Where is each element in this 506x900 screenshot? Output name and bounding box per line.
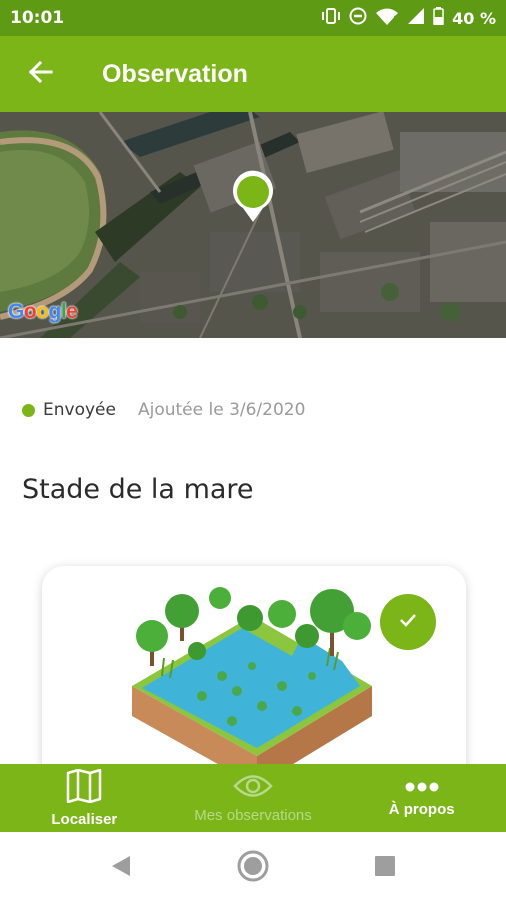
status-icons: 40 % [321, 7, 496, 29]
screen: 10:01 40 % Observation Google Envoyée Aj… [0, 0, 506, 900]
status-dot [22, 403, 35, 417]
battery-icon [433, 7, 444, 29]
back-button[interactable] [0, 36, 80, 112]
observation-status: Envoyée Ajoutée le 3/6/2020 [22, 400, 305, 420]
vibrate-icon [321, 7, 341, 29]
nav-mes-observations[interactable]: Mes observations [169, 764, 338, 832]
google-letter-g: G [8, 300, 24, 323]
added-date: Ajoutée le 3/6/2020 [137, 400, 306, 420]
triangle-back-icon [112, 856, 130, 876]
nav-localiser[interactable]: Localiser [0, 764, 169, 832]
system-recents-button[interactable] [365, 846, 405, 886]
signal-icon [407, 7, 425, 29]
nav-label-localiser: Localiser [51, 810, 118, 828]
map-pin-icon[interactable] [231, 170, 275, 222]
system-back-button[interactable] [101, 846, 141, 886]
nav-label-a-propos: À propos [388, 801, 455, 818]
bottom-navigation: Localiser Mes observations À propos [0, 764, 506, 832]
square-recents-icon [375, 856, 395, 876]
more-icon [404, 778, 440, 797]
wifi-icon [375, 7, 399, 29]
google-attribution: Google [8, 300, 78, 324]
circle-home-icon [237, 850, 269, 882]
status-time: 10:01 [10, 8, 65, 28]
do-not-disturb-icon [349, 7, 367, 29]
google-letter-o1: o [23, 300, 37, 323]
arrow-left-icon [27, 60, 53, 88]
battery-percent: 40 % [452, 8, 496, 28]
eye-icon [233, 773, 273, 803]
observation-title: Stade de la mare [22, 474, 254, 505]
validated-badge [380, 594, 436, 650]
google-letter-e: e [66, 300, 78, 323]
page-title: Observation [102, 59, 248, 88]
map-view[interactable]: Google [0, 112, 506, 338]
app-bar: Observation [0, 36, 506, 112]
status-badge: Envoyée [43, 400, 116, 420]
nav-a-propos[interactable]: À propos [337, 764, 506, 832]
nav-label-mes-observations: Mes observations [194, 806, 312, 824]
map-icon [66, 768, 102, 807]
google-letter-g2: g [48, 300, 62, 323]
google-letter-o2: o [36, 300, 49, 323]
status-bar: 10:01 40 % [0, 0, 506, 36]
system-home-button[interactable] [233, 846, 273, 886]
system-navigation-bar [0, 832, 506, 900]
check-icon [398, 612, 418, 632]
